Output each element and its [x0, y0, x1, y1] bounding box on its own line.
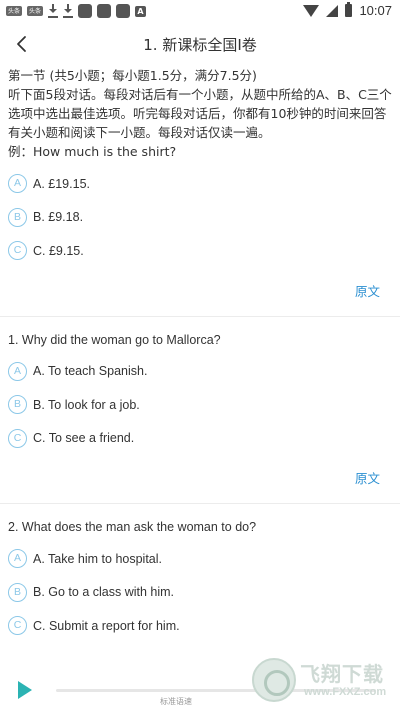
option-text: C. To see a friend.: [33, 431, 135, 446]
example-question: 例：How much is the shirt?: [8, 144, 177, 159]
watermark-logo-icon: [252, 658, 296, 702]
option-letter-badge: C: [8, 241, 27, 261]
section-heading: 第一节 (共5小题；每小题1.5分，满分7.5分): [8, 68, 257, 83]
option-a[interactable]: A A. £19.15.: [0, 167, 400, 201]
q1-option-b[interactable]: B B. To look for a job.: [0, 388, 400, 422]
option-text: B. To look for a job.: [33, 397, 140, 412]
app-notification-icon: [97, 4, 112, 18]
watermark-url: www.FXXZ.com: [304, 686, 387, 698]
play-icon[interactable]: [18, 681, 32, 699]
speed-label[interactable]: 标准语速: [160, 696, 192, 707]
option-text: C. Submit a report for him.: [33, 618, 180, 633]
option-letter-badge: B: [8, 582, 27, 602]
option-text: A. To teach Spanish.: [33, 364, 148, 379]
original-text-link[interactable]: 原文: [0, 276, 400, 308]
option-text: B. Go to a class with him.: [33, 585, 175, 600]
question-content: 第一节 (共5小题；每小题1.5分，满分7.5分) 听下面5段对话。每段对话后有…: [0, 66, 400, 643]
option-c[interactable]: C C. £9.15.: [0, 234, 400, 268]
q2-option-c[interactable]: C C. Submit a report for him.: [0, 609, 400, 643]
download-icon: [63, 4, 74, 18]
option-text: A. Take him to hospital.: [33, 551, 163, 566]
option-letter-badge: C: [8, 428, 27, 448]
option-letter-badge: A: [8, 549, 27, 569]
q2-option-a[interactable]: A A. Take him to hospital.: [0, 542, 400, 576]
section-instructions: 听下面5段对话。每段对话后有一个小题，从题中所给的A、B、C三个选项中选出最佳选…: [8, 87, 392, 140]
watermark-text: 飞翔下载: [300, 662, 384, 686]
app-header: 1. 新课标全国I卷: [0, 24, 400, 64]
download-icon: [48, 4, 59, 18]
option-b[interactable]: B B. £9.18.: [0, 201, 400, 235]
toutiao-notification-icon: 头条: [27, 6, 44, 16]
section-intro: 第一节 (共5小题；每小题1.5分，满分7.5分) 听下面5段对话。每段对话后有…: [0, 66, 400, 161]
status-system: 10:07: [303, 2, 392, 18]
status-bar: 头条 头条 A 10:07: [0, 0, 400, 24]
option-text: B. £9.18.: [33, 210, 84, 225]
status-notifications: 头条 头条 A: [6, 4, 147, 18]
option-letter-badge: A: [8, 361, 27, 381]
site-watermark: 飞翔下载 www.FXXZ.com: [252, 656, 392, 704]
toutiao-notification-icon: 头条: [6, 6, 23, 16]
signal-icon: [326, 4, 339, 17]
page-title: 1. 新课标全国I卷: [143, 36, 257, 54]
q2-option-b[interactable]: B B. Go to a class with him.: [0, 576, 400, 610]
a-notification-icon: A: [135, 5, 147, 17]
option-letter-badge: C: [8, 616, 27, 636]
option-letter-badge: A: [8, 174, 27, 194]
wifi-icon: [303, 4, 320, 17]
option-text: A. £19.15.: [33, 176, 90, 191]
app-notification-icon: [116, 4, 131, 18]
q1-option-a[interactable]: A A. To teach Spanish.: [0, 355, 400, 389]
question-2-title: 2. What does the man ask the woman to do…: [8, 520, 257, 534]
app-notification-icon: [78, 4, 93, 18]
original-text-link[interactable]: 原文: [0, 463, 400, 495]
battery-icon: [345, 2, 353, 17]
option-letter-badge: B: [8, 395, 27, 415]
q1-option-c[interactable]: C C. To see a friend.: [0, 422, 400, 456]
option-letter-badge: B: [8, 207, 27, 227]
status-time: 10:07: [359, 3, 392, 18]
question-1-title: 1. Why did the woman go to Mallorca?: [8, 332, 221, 347]
option-text: C. £9.15.: [33, 243, 84, 258]
